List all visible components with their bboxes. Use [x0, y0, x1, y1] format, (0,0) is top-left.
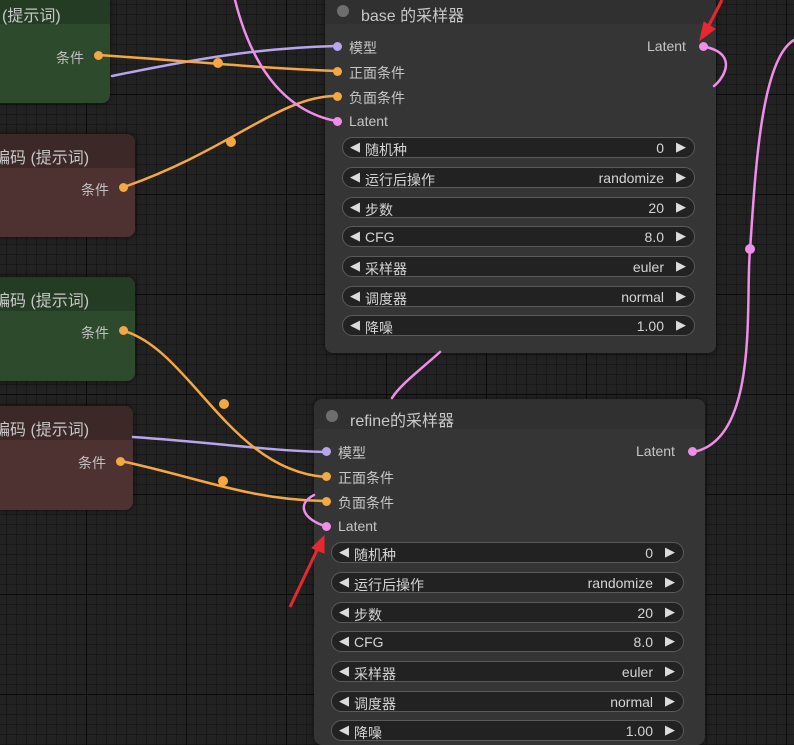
- red-arrow-annotation-icon: [288, 0, 724, 608]
- link-latent-refine-out[interactable]: [691, 38, 794, 454]
- link-latent-base-in[interactable]: [233, 0, 338, 123]
- link-model-base[interactable]: [110, 44, 338, 78]
- link-latent-refine-in[interactable]: [390, 350, 442, 400]
- reroute-dot-icon[interactable]: [226, 137, 236, 147]
- reroute-dot-icon[interactable]: [213, 58, 223, 68]
- link-latent-base-out[interactable]: [704, 45, 728, 88]
- reroute-dot-icon[interactable]: [218, 476, 228, 486]
- reroute-dot-icon[interactable]: [745, 244, 755, 254]
- reroute-dot-icon[interactable]: [219, 399, 229, 409]
- link-overlay: [97, 0, 794, 608]
- link-model-refine[interactable]: [131, 435, 327, 454]
